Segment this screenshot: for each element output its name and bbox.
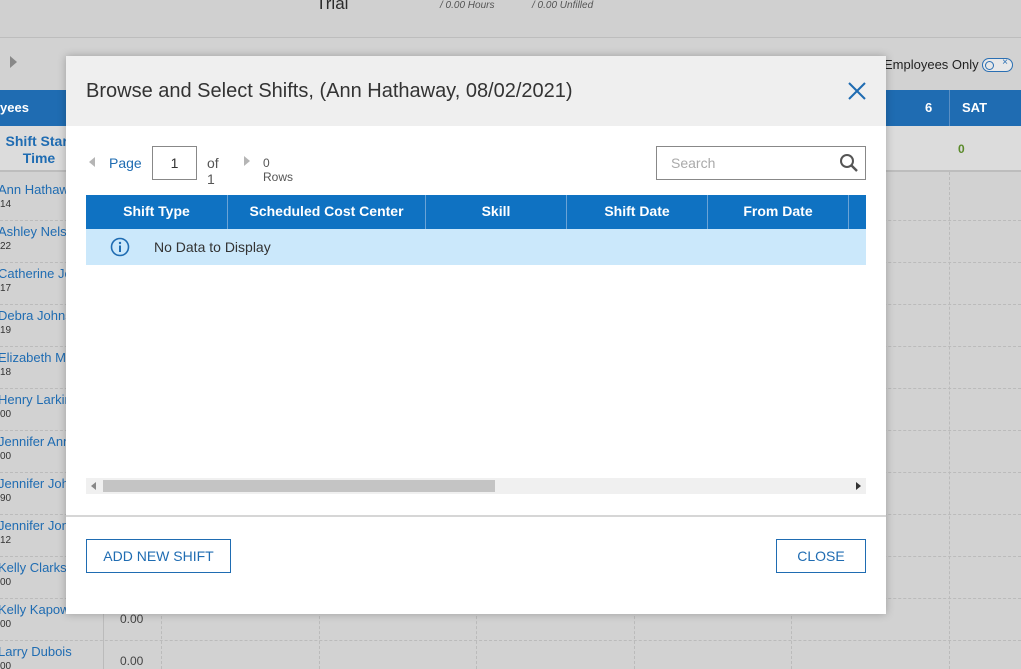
day-6-header: 6 (925, 100, 933, 115)
saturday-header: SAT (962, 100, 988, 115)
employee-name[interactable]: Elizabeth M (0, 350, 66, 365)
toggle-off-icon: × (1002, 57, 1008, 68)
employee-id: 12 (0, 535, 12, 546)
employee-id: 00 (0, 451, 12, 462)
header-divider (949, 90, 950, 126)
employee-name[interactable]: Jennifer Ann (0, 434, 70, 449)
column-header-from-date[interactable]: From Date (708, 195, 849, 229)
browse-shifts-dialog: Browse and Select Shifts, (Ann Hathaway,… (66, 56, 886, 614)
shift-start-line1: Shift Start (5, 133, 73, 149)
employee-id: 00 (0, 409, 12, 420)
footer-divider (66, 515, 886, 517)
dialog-header: Browse and Select Shifts, (Ann Hathaway,… (66, 56, 886, 126)
scrollbar-thumb[interactable] (103, 480, 495, 492)
toggle-knob (985, 60, 994, 70)
previous-page-icon[interactable] (89, 157, 95, 167)
page-count: of 1 (207, 155, 219, 187)
search-input[interactable]: Search (656, 146, 866, 180)
employee-hours: 0.00 (120, 654, 144, 668)
employee-name[interactable]: Jennifer Joh (0, 476, 69, 491)
employee-id: 00 (0, 619, 12, 630)
horizontal-scrollbar[interactable] (86, 478, 866, 494)
close-button[interactable]: CLOSE (776, 539, 866, 573)
saturday-count: 0 (958, 142, 965, 156)
search-icon[interactable] (839, 153, 859, 173)
info-icon (110, 237, 130, 257)
grid-line (949, 172, 950, 669)
employee-name[interactable]: Ann Hathaw (0, 182, 69, 197)
scroll-right-icon[interactable] (856, 482, 861, 490)
employee-id: 17 (0, 283, 12, 294)
hours-summary: / 0.00 Hours (440, 0, 495, 11)
empty-grid-row: No Data to Display (86, 229, 866, 265)
employee-id: 18 (0, 367, 12, 378)
search-placeholder: Search (671, 155, 716, 171)
employee-id: 22 (0, 241, 12, 252)
unfilled-summary: / 0.00 Unfilled (532, 0, 594, 11)
employees-column-header: yees (0, 100, 29, 115)
employees-only-toggle[interactable]: × (982, 57, 1013, 72)
column-header-skill[interactable]: Skill (426, 195, 567, 229)
row-count: 0 Rows (263, 156, 294, 184)
employee-name[interactable]: Kelly Clarks (0, 560, 67, 575)
employee-id: 90 (0, 493, 12, 504)
scroll-left-icon[interactable] (91, 482, 96, 490)
employee-name[interactable]: Catherine Je (0, 266, 72, 281)
employee-id: 00 (0, 661, 12, 669)
employee-id: 14 (0, 199, 12, 210)
no-data-message: No Data to Display (154, 239, 271, 255)
employees-only-label: Employees Only (884, 57, 979, 72)
grid-header: Shift Type Scheduled Cost Center Skill S… (86, 195, 866, 229)
column-header-shift-date[interactable]: Shift Date (567, 195, 708, 229)
employee-row[interactable]: Larry Dubois 00 0.00 (0, 641, 1021, 669)
next-page-icon[interactable] (244, 156, 250, 166)
employee-hours: 0.00 (120, 612, 144, 626)
employee-id: 00 (0, 577, 12, 588)
page-number-input[interactable]: 1 (152, 146, 197, 180)
dialog-title: Browse and Select Shifts, (Ann Hathaway,… (86, 80, 573, 102)
employee-name[interactable]: Jennifer Jon (0, 518, 69, 533)
employee-id: 19 (0, 325, 12, 336)
employee-name[interactable]: Debra Johns (0, 308, 72, 323)
employee-name[interactable]: Ashley Nels (0, 224, 67, 239)
column-header-shift-type[interactable]: Shift Type (86, 195, 228, 229)
background-top-bar (0, 0, 1021, 38)
add-new-shift-button[interactable]: ADD NEW SHIFT (86, 539, 231, 573)
trial-label: Trial (316, 0, 349, 13)
shift-start-time-header[interactable]: Shift Start Time (4, 133, 74, 167)
chevron-right-icon[interactable] (10, 56, 17, 68)
employee-name[interactable]: Larry Dubois (0, 644, 72, 659)
shift-start-line2: Time (22, 150, 56, 166)
column-header-cost-center[interactable]: Scheduled Cost Center (228, 195, 426, 229)
page-label: Page (109, 155, 142, 171)
employee-name[interactable]: Henry Larkin (0, 392, 72, 407)
close-icon[interactable] (846, 80, 868, 102)
